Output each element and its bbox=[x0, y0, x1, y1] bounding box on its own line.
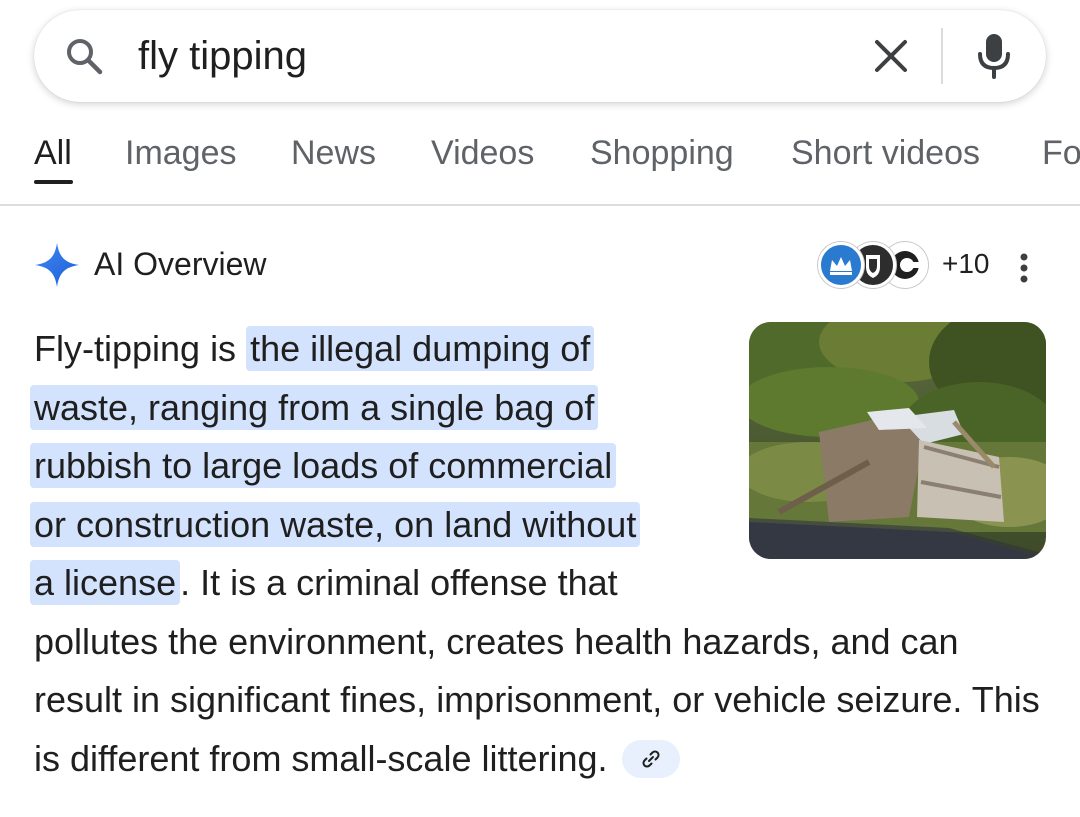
sparkle-icon bbox=[35, 243, 79, 287]
more-vert-icon[interactable] bbox=[1014, 248, 1034, 288]
tab-images[interactable]: Images bbox=[125, 134, 237, 173]
tab-more-cut[interactable]: Fo bbox=[1042, 134, 1080, 173]
tab-news[interactable]: News bbox=[291, 134, 376, 173]
tab-shopping[interactable]: Shopping bbox=[590, 134, 734, 173]
sources-more-count[interactable]: +10 bbox=[942, 248, 990, 280]
overview-text-rest: . It is a criminal offense that pollutes… bbox=[34, 562, 1040, 779]
highlight-line-1: the illegal dumping of bbox=[246, 326, 595, 371]
search-icon bbox=[67, 39, 103, 75]
highlight-line-4: or construction waste, on land without bbox=[30, 501, 641, 547]
search-bar[interactable]: fly tipping bbox=[34, 10, 1046, 102]
mic-icon[interactable] bbox=[976, 32, 1012, 80]
overview-text-lead: Fly-tipping is bbox=[34, 328, 247, 369]
tab-all[interactable]: All bbox=[34, 134, 72, 173]
search-tabs: All Images News Videos Shopping Short vi… bbox=[0, 118, 1080, 206]
ai-overview-header: AI Overview +10 bbox=[34, 240, 1046, 290]
link-icon bbox=[642, 750, 660, 768]
source-avatar-crown[interactable] bbox=[818, 242, 864, 288]
clear-icon[interactable] bbox=[872, 37, 910, 75]
search-input[interactable]: fly tipping bbox=[138, 34, 307, 79]
highlight-line-2: waste, ranging from a single bag of bbox=[30, 384, 599, 430]
highlight-line-3: rubbish to large loads of commercial bbox=[30, 443, 617, 488]
active-tab-indicator bbox=[34, 180, 73, 184]
source-link-chip[interactable] bbox=[621, 739, 680, 778]
image-float-spacer bbox=[736, 320, 1054, 560]
tab-videos[interactable]: Videos bbox=[431, 134, 534, 173]
ai-overview-body: Fly-tipping is the illegal dumping of wa… bbox=[30, 320, 1054, 788]
search-divider bbox=[941, 28, 943, 84]
highlight-line-5: a license bbox=[30, 560, 181, 605]
ai-overview-title: AI Overview bbox=[94, 246, 267, 282]
crown-icon bbox=[830, 257, 852, 275]
source-avatars[interactable]: +10 bbox=[818, 240, 990, 290]
tab-short-videos[interactable]: Short videos bbox=[791, 134, 980, 173]
